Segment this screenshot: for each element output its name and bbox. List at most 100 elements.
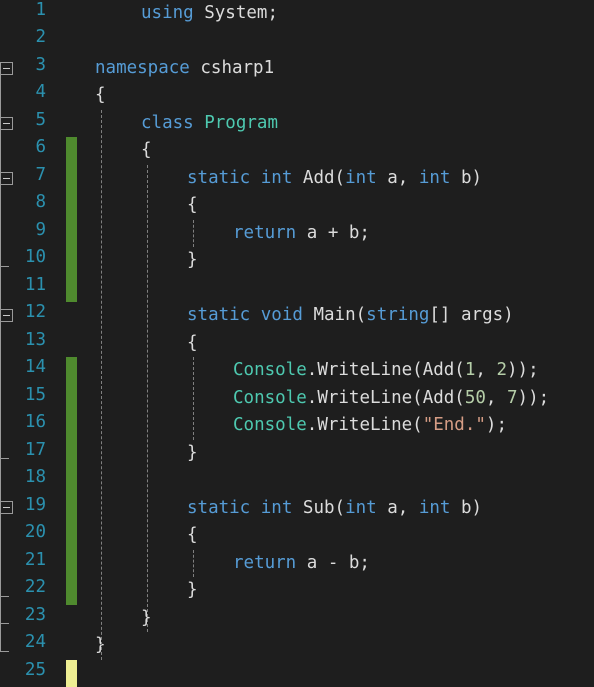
token-kw: int <box>418 497 451 518</box>
token-num: 1 <box>464 360 476 381</box>
token-id: Add <box>302 167 335 188</box>
code-line[interactable] <box>0 275 594 302</box>
token-br: } <box>187 580 198 601</box>
token-kw: using <box>141 3 194 23</box>
token-kw: int <box>260 497 293 518</box>
token-pun: ( <box>355 305 367 326</box>
token-pun: . <box>306 360 318 381</box>
token-pun <box>190 58 201 78</box>
code-line-content[interactable]: class Program <box>141 110 278 137</box>
token-pun <box>292 498 303 518</box>
token-num: 7 <box>507 387 518 408</box>
token-kw: return <box>233 222 297 243</box>
code-editor[interactable]: 1 2 3 4 5 6 7 8 9 10 11 12 13 14 15 16 17 18 19 20 21 22 23 24 2… <box>0 0 594 687</box>
token-id: Sub <box>302 497 335 518</box>
code-line-content[interactable]: } <box>95 632 106 659</box>
token-pun: a + b; <box>296 222 370 243</box>
collapse-minus-box-icon[interactable] <box>0 501 13 515</box>
code-line[interactable]: { <box>0 522 594 549</box>
token-pun: ; <box>267 3 278 23</box>
code-line-content[interactable]: static int Sub(int a, int b) <box>187 495 482 522</box>
code-line[interactable]: { <box>0 137 594 164</box>
token-br: } <box>95 635 106 656</box>
code-line-content[interactable]: { <box>95 82 106 109</box>
code-line[interactable]: Console.WriteLine("End."); <box>0 412 594 439</box>
code-line-content[interactable]: namespace csharp1 <box>95 55 274 82</box>
code-line[interactable]: static int Sub(int a, int b) <box>0 495 594 522</box>
code-line[interactable] <box>0 27 594 54</box>
token-pun <box>250 498 261 518</box>
code-line-content[interactable]: { <box>187 330 198 357</box>
code-line[interactable]: return a + b; <box>0 220 594 247</box>
code-line-content[interactable]: { <box>187 192 198 219</box>
code-line-content[interactable]: } <box>187 440 198 467</box>
code-line[interactable]: return a - b; <box>0 550 594 577</box>
code-line-content[interactable]: static void Main(string[] args) <box>187 302 514 329</box>
token-id: Add <box>422 387 455 408</box>
code-line[interactable]: } <box>0 577 594 604</box>
collapse-minus-box-icon[interactable] <box>0 116 13 130</box>
token-pun <box>250 305 261 325</box>
token-kw: int <box>345 167 377 188</box>
token-kw: class <box>141 112 194 133</box>
code-line[interactable]: } <box>0 605 594 632</box>
token-kw: int <box>260 167 293 188</box>
code-line[interactable] <box>0 660 594 687</box>
code-line-content[interactable]: } <box>187 247 198 274</box>
code-line[interactable]: namespace csharp1 <box>0 55 594 82</box>
code-line[interactable]: static int Add(int a, int b) <box>0 165 594 192</box>
token-pun: . <box>306 387 318 408</box>
token-kw: void <box>260 305 303 326</box>
collapse-minus-box-icon[interactable] <box>0 171 13 185</box>
code-line-content[interactable]: { <box>141 137 152 164</box>
token-pun: b) <box>450 497 483 518</box>
code-line-content[interactable]: Console.WriteLine(Add(1, 2)); <box>233 357 539 384</box>
token-id: WriteLine <box>317 387 413 408</box>
code-line-content[interactable]: Console.WriteLine(Add(50, 7)); <box>233 385 549 412</box>
code-line-content[interactable]: static int Add(int a, int b) <box>187 165 482 192</box>
code-line-content[interactable]: return a + b; <box>233 220 370 247</box>
collapse-minus-box-icon[interactable] <box>0 309 13 323</box>
token-kw: string <box>366 305 430 326</box>
code-line[interactable]: } <box>0 440 594 467</box>
token-pun: . <box>306 415 318 436</box>
token-str: "End." <box>422 415 486 436</box>
code-line[interactable]: } <box>0 247 594 274</box>
token-br: } <box>141 607 152 628</box>
token-id: System <box>204 3 268 23</box>
code-line-content[interactable]: return a - b; <box>233 550 370 577</box>
code-line[interactable]: { <box>0 330 594 357</box>
code-line-content[interactable]: } <box>187 577 198 604</box>
token-br: { <box>187 195 198 216</box>
code-line-content[interactable]: Console.WriteLine("End."); <box>233 412 507 439</box>
code-line-content[interactable]: { <box>187 522 198 549</box>
code-line[interactable]: static void Main(string[] args) <box>0 302 594 329</box>
code-line[interactable]: } <box>0 632 594 659</box>
code-line[interactable]: using System; <box>0 0 594 27</box>
token-kw: int <box>345 497 377 518</box>
token-pun: ( <box>334 497 346 518</box>
token-br: } <box>187 442 198 463</box>
token-typ: Program <box>204 112 278 133</box>
token-pun: )); <box>507 360 539 381</box>
token-id: Main <box>313 305 356 326</box>
token-pun: , <box>475 360 497 381</box>
token-pun: a - b; <box>296 552 370 573</box>
token-br: { <box>95 85 106 106</box>
code-line-content[interactable]: using System; <box>141 0 278 27</box>
code-line[interactable]: { <box>0 82 594 109</box>
token-br: { <box>187 332 198 353</box>
token-kw: namespace <box>95 57 190 78</box>
code-line[interactable]: class Program <box>0 110 594 137</box>
code-line-content[interactable]: } <box>141 605 152 632</box>
token-id: WriteLine <box>317 415 413 436</box>
token-num: 50 <box>464 387 486 408</box>
token-kw: static <box>187 167 251 188</box>
code-line[interactable]: { <box>0 192 594 219</box>
collapse-minus-box-icon[interactable] <box>0 61 13 75</box>
code-line[interactable]: Console.WriteLine(Add(1, 2)); <box>0 357 594 384</box>
code-line[interactable]: Console.WriteLine(Add(50, 7)); <box>0 385 594 412</box>
token-pun: a, <box>376 497 419 518</box>
token-pun: [] args) <box>429 305 514 326</box>
code-line[interactable] <box>0 467 594 494</box>
